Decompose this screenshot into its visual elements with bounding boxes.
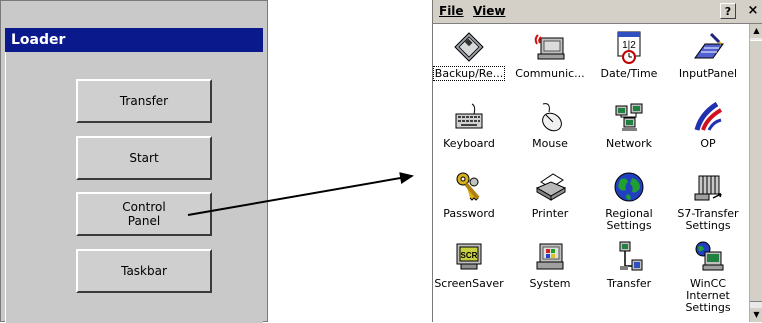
scroll-down-icon[interactable]: ▼ bbox=[750, 308, 762, 322]
op-item[interactable]: OP bbox=[669, 100, 747, 150]
password-item[interactable]: Password bbox=[430, 170, 508, 220]
screensaver-item[interactable]: SCR ScreenSaver bbox=[430, 240, 508, 290]
start-button[interactable]: Start bbox=[76, 136, 212, 180]
calendar-clock-icon: 1|2 bbox=[612, 30, 646, 64]
loader-panel: Transfer Start Control Panel Taskbar bbox=[5, 52, 263, 323]
network-icon bbox=[612, 100, 646, 134]
communication-label: Communic... bbox=[515, 67, 585, 80]
date-time-label: Date/Time bbox=[600, 67, 658, 80]
printer-item[interactable]: Printer bbox=[511, 170, 589, 220]
vertical-scrollbar[interactable]: ▲ ▼ bbox=[749, 24, 762, 322]
view-menu-label: View bbox=[473, 4, 506, 18]
scrollbar-thumb[interactable] bbox=[750, 40, 762, 302]
wincc-internet-settings-item[interactable]: WinCC Internet Settings bbox=[669, 240, 747, 314]
backup-restore-item[interactable]: Backup/Re... bbox=[430, 30, 508, 81]
keys-icon bbox=[452, 170, 486, 204]
regional-settings-label: Regional Settings bbox=[605, 207, 653, 232]
help-button[interactable]: ? bbox=[720, 3, 736, 19]
password-label: Password bbox=[443, 207, 495, 220]
globe-icon bbox=[612, 170, 646, 204]
transfer-label: Transfer bbox=[606, 277, 652, 290]
control-panel-button[interactable]: Control Panel bbox=[76, 192, 212, 236]
system-computer-icon bbox=[533, 240, 567, 274]
loader-window: Loader Transfer Start Control Panel Task… bbox=[0, 0, 268, 323]
start-button-label: Start bbox=[129, 151, 159, 165]
mouse-label: Mouse bbox=[532, 137, 568, 150]
input-panel-icon bbox=[691, 30, 725, 64]
screensaver-label: ScreenSaver bbox=[434, 277, 504, 290]
date-time-item[interactable]: 1|2 Date/Time bbox=[590, 30, 668, 80]
network-item[interactable]: Network bbox=[590, 100, 668, 150]
communication-item[interactable]: Communic... bbox=[511, 30, 589, 80]
view-menu[interactable]: View bbox=[473, 4, 505, 18]
transfer-icon bbox=[612, 240, 646, 274]
regional-settings-item[interactable]: Regional Settings bbox=[590, 170, 668, 232]
op-label: OP bbox=[700, 137, 716, 150]
taskbar-button-label: Taskbar bbox=[121, 264, 167, 278]
svg-text:1|2: 1|2 bbox=[622, 40, 636, 51]
file-menu[interactable]: File bbox=[439, 4, 464, 18]
file-menu-label: File bbox=[439, 4, 464, 18]
screensaver-icon: SCR bbox=[452, 240, 486, 274]
wincc-internet-settings-label: WinCC Internet Settings bbox=[685, 277, 731, 314]
control-panel-window: File View ? × Backup/Re... Communic... 1… bbox=[432, 0, 762, 322]
svg-text:SCR: SCR bbox=[461, 251, 478, 260]
transfer-item[interactable]: Transfer bbox=[590, 240, 668, 290]
network-label: Network bbox=[606, 137, 652, 150]
wincc-internet-icon bbox=[691, 240, 725, 274]
transfer-button-label: Transfer bbox=[119, 94, 169, 108]
transfer-button[interactable]: Transfer bbox=[76, 79, 212, 123]
mouse-icon bbox=[533, 100, 567, 134]
control-panel-icon-grid: Backup/Re... Communic... 1|2 Date/Time I… bbox=[430, 24, 749, 322]
menu-bar: File View ? × bbox=[433, 0, 762, 24]
mouse-item[interactable]: Mouse bbox=[511, 100, 589, 150]
siemens-op-icon bbox=[691, 100, 725, 134]
printer-label: Printer bbox=[531, 207, 569, 220]
input-panel-item[interactable]: InputPanel bbox=[669, 30, 747, 80]
floppy-disk-icon bbox=[452, 30, 486, 64]
s7-transfer-settings-label: S7-Transfer Settings bbox=[677, 207, 739, 232]
communication-icon bbox=[533, 30, 567, 64]
keyboard-label: Keyboard bbox=[443, 137, 495, 150]
scroll-up-icon[interactable]: ▲ bbox=[750, 24, 762, 38]
keyboard-icon bbox=[452, 100, 486, 134]
printer-icon bbox=[533, 170, 567, 204]
s7-transfer-icon bbox=[691, 170, 725, 204]
control-panel-button-label: Control Panel bbox=[122, 200, 166, 228]
s7-transfer-settings-item[interactable]: S7-Transfer Settings bbox=[669, 170, 747, 232]
close-button[interactable]: × bbox=[745, 3, 761, 19]
keyboard-item[interactable]: Keyboard bbox=[430, 100, 508, 150]
system-label: System bbox=[529, 277, 571, 290]
input-panel-label: InputPanel bbox=[678, 67, 738, 80]
taskbar-button[interactable]: Taskbar bbox=[76, 249, 212, 293]
backup-restore-label: Backup/Re... bbox=[432, 66, 506, 81]
system-item[interactable]: System bbox=[511, 240, 589, 290]
loader-title: Loader bbox=[5, 28, 263, 52]
